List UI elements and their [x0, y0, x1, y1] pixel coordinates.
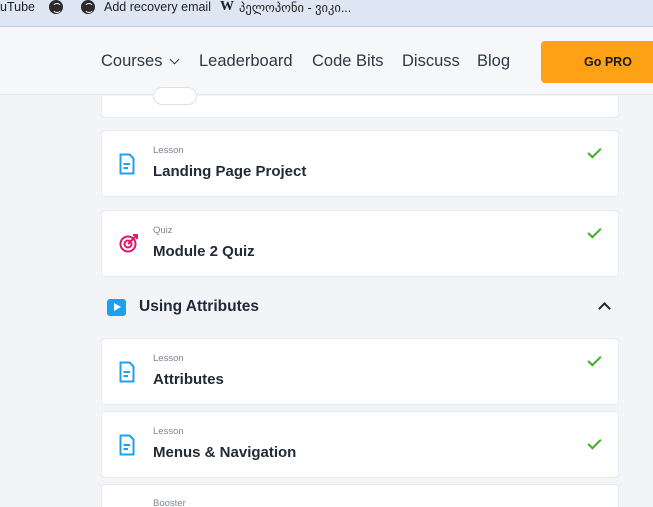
nav-courses[interactable]: Courses — [101, 51, 180, 71]
bookmark-add-recovery-email[interactable]: Add recovery email — [81, 0, 211, 14]
wikipedia-icon: W — [220, 0, 234, 14]
check-icon — [587, 224, 602, 239]
lesson-card[interactable]: Lesson Menus & Navigation — [101, 411, 619, 478]
bookmark-globe[interactable] — [49, 0, 72, 14]
nav-leaderboard[interactable]: Leaderboard — [199, 51, 293, 71]
lesson-card[interactable]: Lesson Attributes — [101, 338, 619, 405]
card-type: Lesson — [153, 353, 184, 364]
nav-code-bits[interactable]: Code Bits — [312, 51, 384, 71]
card-title: Module 2 Quiz — [153, 243, 255, 260]
nav-courses-label: Courses — [101, 52, 163, 70]
lesson-doc-icon — [119, 434, 135, 456]
bookmark-youtube[interactable]: uTube — [0, 0, 35, 14]
lesson-doc-icon — [119, 153, 135, 175]
bookmark-label: Add recovery email — [104, 0, 211, 14]
nav-discuss[interactable]: Discuss — [402, 51, 460, 71]
card-title: Landing Page Project — [153, 163, 307, 180]
play-icon — [107, 299, 126, 316]
section-title: Using Attributes — [139, 298, 259, 315]
check-icon — [587, 435, 602, 450]
bookmark-wikipedia[interactable]: W პელოპონი - ვიკი... — [220, 0, 352, 15]
card-type: Booster — [153, 498, 186, 507]
go-pro-button[interactable]: Go PRO — [541, 41, 653, 83]
quiz-target-icon — [119, 234, 138, 253]
card-title: Attributes — [153, 371, 224, 388]
nav-blog[interactable]: Blog — [477, 51, 510, 71]
card-type: Lesson — [153, 145, 184, 156]
partial-card[interactable] — [101, 87, 619, 118]
chevron-down-icon — [170, 54, 180, 65]
globe-icon — [49, 0, 63, 14]
lesson-doc-icon — [119, 361, 135, 383]
booster-card[interactable]: Booster — [101, 484, 619, 507]
top-navigation: Courses Leaderboard Code Bits Discuss Bl… — [0, 27, 653, 95]
bookmark-label: პელოპონი - ვიკი... — [239, 0, 352, 15]
bookmark-label: uTube — [0, 0, 35, 14]
check-icon — [587, 144, 602, 159]
lesson-card[interactable]: Lesson Landing Page Project — [101, 130, 619, 197]
check-icon — [587, 352, 602, 367]
chevron-up-icon[interactable] — [598, 302, 611, 315]
card-type: Lesson — [153, 426, 184, 437]
card-title: Menus & Navigation — [153, 444, 297, 461]
globe-icon — [81, 0, 95, 14]
quiz-card[interactable]: Quiz Module 2 Quiz — [101, 210, 619, 277]
partial-pill — [153, 87, 197, 105]
bookmarks-bar: uTube Add recovery email W პელოპონი - ვი… — [0, 0, 653, 27]
card-type: Quiz — [153, 225, 173, 236]
